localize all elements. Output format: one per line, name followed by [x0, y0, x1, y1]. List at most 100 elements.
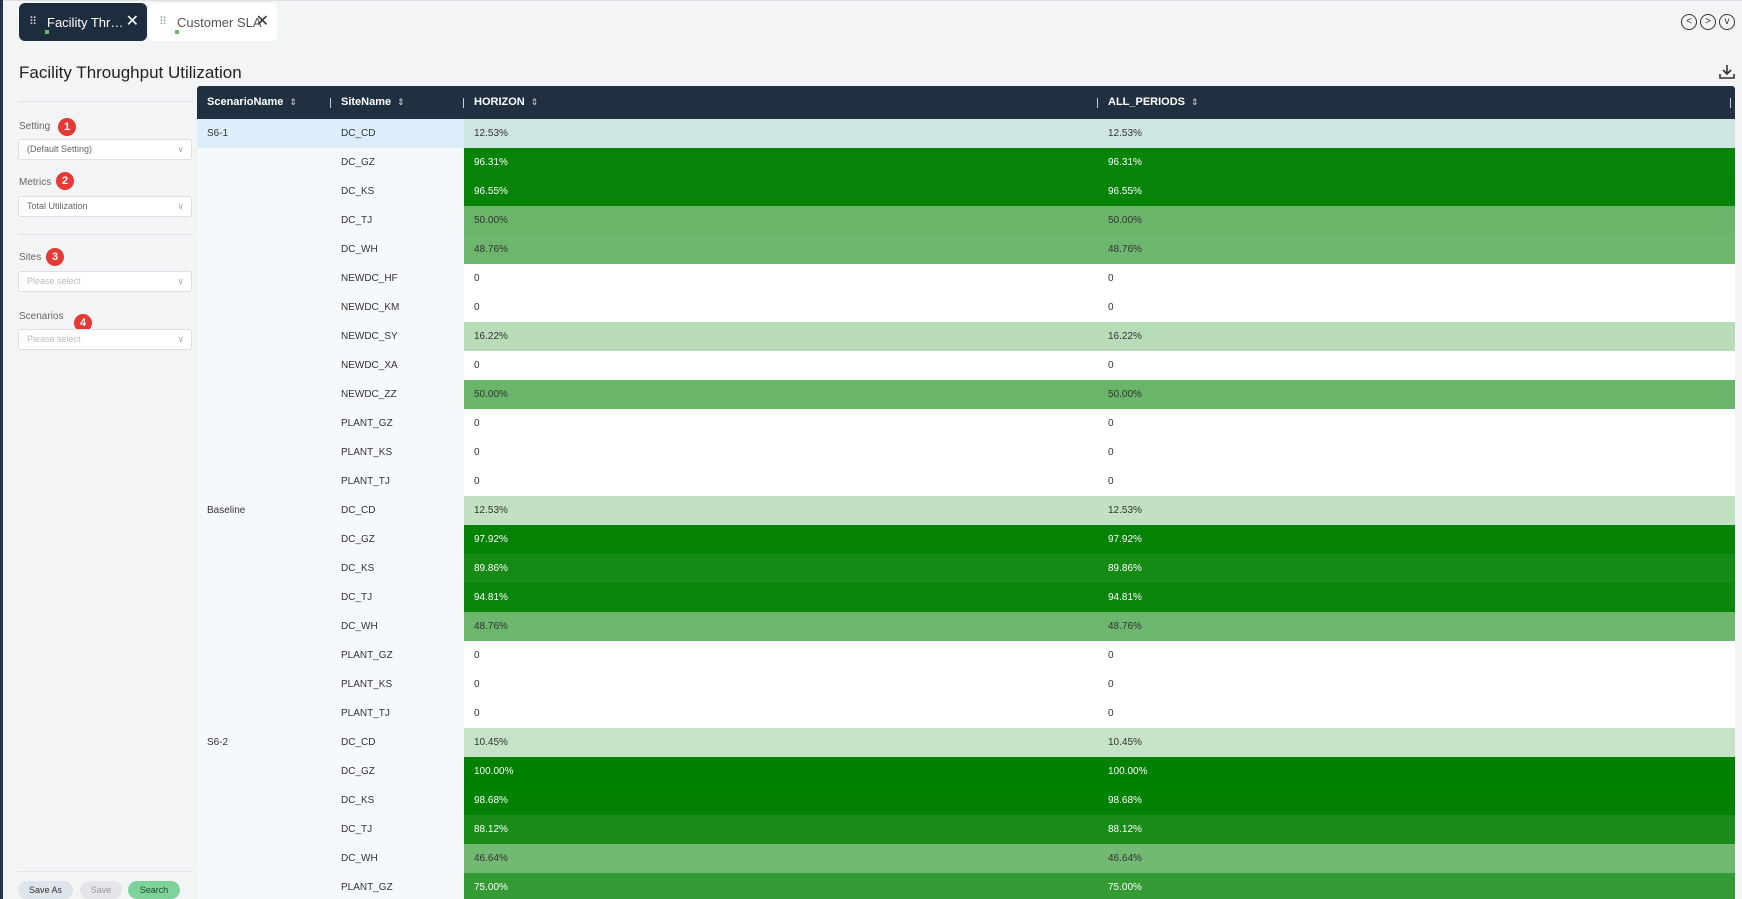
horizon-cell: 75.00% — [464, 873, 1098, 899]
tab-label: Customer SLA — [177, 14, 262, 30]
site-name-cell: DC_TJ — [331, 815, 464, 844]
all-periods-cell: 98.68% — [1098, 786, 1735, 815]
tab-customer-sla[interactable]: ⠿ Customer SLA ✕ — [149, 3, 277, 41]
tab-status-dot — [175, 30, 179, 34]
table-row[interactable]: DC_GZ 100.00% 100.00% — [197, 757, 1735, 786]
scenario-cell — [197, 873, 331, 899]
step-badge: 2 — [56, 172, 74, 190]
site-name-cell: DC_CD — [331, 119, 464, 148]
save-as-button[interactable]: Save As — [18, 881, 73, 899]
horizon-cell: 50.00% — [464, 380, 1098, 409]
site-name-cell: DC_WH — [331, 235, 464, 264]
table-row[interactable]: PLANT_GZ 0 0 — [197, 641, 1735, 670]
site-name-cell: DC_KS — [331, 786, 464, 815]
save-button[interactable]: Save — [80, 881, 122, 899]
horizon-cell: 0 — [464, 293, 1098, 322]
left-edge-bar — [0, 0, 3, 899]
column-header-label: HORIZON — [474, 96, 525, 108]
table-row[interactable]: PLANT_KS 0 0 — [197, 438, 1735, 467]
scenario-cell — [197, 815, 331, 844]
table-row[interactable]: DC_KS 98.68% 98.68% — [197, 786, 1735, 815]
scenario-cell — [197, 264, 331, 293]
drag-handle-icon[interactable]: ⠿ — [29, 17, 39, 28]
table-row[interactable]: DC_WH 48.76% 48.76% — [197, 235, 1735, 264]
tab-list-dropdown-icon[interactable]: v — [1719, 14, 1735, 30]
drag-handle-icon[interactable]: ⠿ — [159, 17, 169, 28]
horizon-cell: 50.00% — [464, 206, 1098, 235]
tab-facility-throughput[interactable]: ⠿ Facility Throughput Utilization ✕ — [19, 3, 147, 41]
table-row[interactable]: NEWDC_ZZ 50.00% 50.00% — [197, 380, 1735, 409]
scenarios-select[interactable]: Please select ∨ — [18, 329, 192, 350]
column-resize-handle[interactable] — [1730, 98, 1731, 108]
scenario-cell — [197, 235, 331, 264]
table-row[interactable]: NEWDC_KM 0 0 — [197, 293, 1735, 322]
table-row[interactable]: PLANT_GZ 75.00% 75.00% — [197, 873, 1735, 899]
sort-icon[interactable]: ⇕ — [531, 97, 539, 107]
setting-select-value: (Default Setting) — [27, 144, 93, 154]
scenario-cell — [197, 525, 331, 554]
search-button[interactable]: Search — [128, 881, 180, 899]
column-header-all-periods[interactable]: ALL_PERIODS ⇕ — [1098, 86, 1735, 119]
table-row[interactable]: NEWDC_SY 16.22% 16.22% — [197, 322, 1735, 351]
site-name-cell: DC_GZ — [331, 757, 464, 786]
all-periods-cell: 96.31% — [1098, 148, 1735, 177]
table-row[interactable]: PLANT_KS 0 0 — [197, 670, 1735, 699]
all-periods-cell: 0 — [1098, 264, 1735, 293]
site-name-cell: DC_CD — [331, 728, 464, 757]
metrics-select[interactable]: Total Utilization ∨ — [18, 196, 192, 217]
table-row[interactable]: NEWDC_HF 0 0 — [197, 264, 1735, 293]
scenario-cell — [197, 467, 331, 496]
table-row[interactable]: DC_KS 89.86% 89.86% — [197, 554, 1735, 583]
table-row[interactable]: DC_GZ 97.92% 97.92% — [197, 525, 1735, 554]
divider — [18, 871, 193, 872]
site-name-cell: NEWDC_ZZ — [331, 380, 464, 409]
close-icon[interactable]: ✕ — [256, 11, 269, 31]
table-row[interactable]: DC_TJ 50.00% 50.00% — [197, 206, 1735, 235]
sites-select[interactable]: Please select ∨ — [18, 271, 192, 292]
table-row[interactable]: DC_TJ 94.81% 94.81% — [197, 583, 1735, 612]
table-row[interactable]: S6-1 DC_CD 12.53% 12.53% — [197, 119, 1735, 148]
utilization-table: ScenarioName ⇕ SiteName ⇕ HORIZON ⇕ ALL_PER… — [197, 86, 1735, 899]
tab-label: Facility Throughput Utilization — [47, 14, 125, 30]
column-header-site[interactable]: SiteName ⇕ — [331, 86, 464, 119]
column-header-scenario[interactable]: ScenarioName ⇕ — [197, 86, 331, 119]
close-icon[interactable]: ✕ — [126, 11, 139, 31]
scenario-cell — [197, 177, 331, 206]
setting-select[interactable]: (Default Setting) ∨ — [18, 139, 192, 160]
table-row[interactable]: S6-2 DC_CD 10.45% 10.45% — [197, 728, 1735, 757]
table-row[interactable]: DC_WH 46.64% 46.64% — [197, 844, 1735, 873]
site-name-cell: PLANT_GZ — [331, 641, 464, 670]
table-row[interactable]: DC_KS 96.55% 96.55% — [197, 177, 1735, 206]
scenario-cell — [197, 148, 331, 177]
table-row[interactable]: PLANT_GZ 0 0 — [197, 409, 1735, 438]
all-periods-cell: 50.00% — [1098, 206, 1735, 235]
scenario-cell — [197, 583, 331, 612]
all-periods-cell: 0 — [1098, 699, 1735, 728]
download-icon[interactable] — [1718, 64, 1736, 80]
table-row[interactable]: DC_GZ 96.31% 96.31% — [197, 148, 1735, 177]
scroll-left-icon[interactable]: < — [1681, 14, 1697, 30]
table-row[interactable]: NEWDC_XA 0 0 — [197, 351, 1735, 380]
table-row[interactable]: DC_TJ 88.12% 88.12% — [197, 815, 1735, 844]
chevron-down-icon: ∨ — [177, 201, 184, 211]
site-name-cell: PLANT_TJ — [331, 699, 464, 728]
sort-icon[interactable]: ⇕ — [289, 97, 297, 107]
horizon-cell: 0 — [464, 699, 1098, 728]
scroll-right-icon[interactable]: > — [1700, 14, 1716, 30]
column-header-horizon[interactable]: HORIZON ⇕ — [464, 86, 1098, 119]
table-row[interactable]: PLANT_TJ 0 0 — [197, 699, 1735, 728]
table-row[interactable]: DC_WH 48.76% 48.76% — [197, 612, 1735, 641]
site-name-cell: PLANT_GZ — [331, 409, 464, 438]
horizon-cell: 46.64% — [464, 844, 1098, 873]
site-name-cell: DC_KS — [331, 177, 464, 206]
sort-icon[interactable]: ⇕ — [397, 97, 405, 107]
site-name-cell: PLANT_TJ — [331, 467, 464, 496]
sort-icon[interactable]: ⇕ — [1191, 97, 1199, 107]
all-periods-cell: 75.00% — [1098, 873, 1735, 899]
table-row[interactable]: Baseline DC_CD 12.53% 12.53% — [197, 496, 1735, 525]
scenario-cell — [197, 351, 331, 380]
horizon-cell: 88.12% — [464, 815, 1098, 844]
scenarios-select-placeholder: Please select — [27, 334, 81, 344]
table-row[interactable]: PLANT_TJ 0 0 — [197, 467, 1735, 496]
horizon-cell: 16.22% — [464, 322, 1098, 351]
